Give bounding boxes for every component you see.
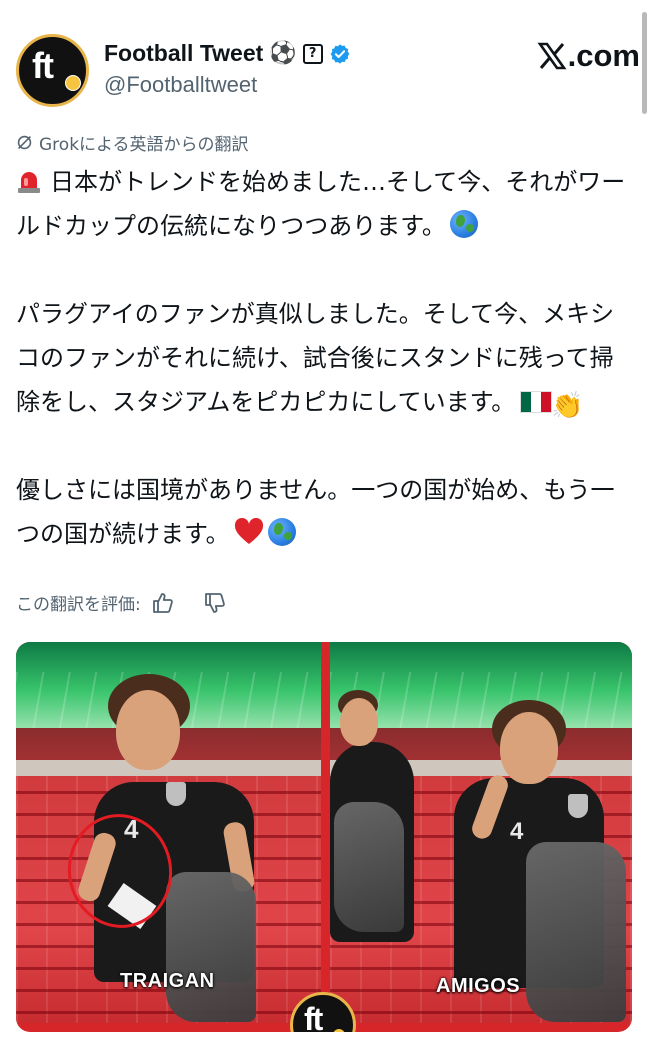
tweet-paragraph-1: 日本がトレンドを始めました…そして今、それがワールドカップの伝統になりつつありま… xyxy=(16,160,630,248)
mexico-flag-emoji xyxy=(521,392,552,412)
fan-head xyxy=(340,698,378,746)
unknown-glyph-icon: ? xyxy=(302,43,323,64)
tweet-header: ft Football Tweet ⚽ ? @Footballtweet .co… xyxy=(16,32,642,108)
trash-bag xyxy=(166,872,256,1022)
tweet-text: 日本がトレンドを始めました…そして今、それがワールドカップの伝統になりつつありま… xyxy=(16,160,630,556)
fan-head xyxy=(116,690,180,770)
soccer-ball-icon xyxy=(333,1029,345,1032)
name-row: Football Tweet ⚽ ? xyxy=(104,40,351,67)
avatar-logo-text: ft xyxy=(32,45,54,86)
x-com-brand: .com xyxy=(537,38,640,74)
trash-bag xyxy=(526,842,626,1022)
media-panel-left: 4 TRAIGAN xyxy=(16,642,321,1023)
caption-left: TRAIGAN xyxy=(120,970,215,992)
rotating-light-emoji xyxy=(18,172,40,193)
clapping-hands-emoji: 👏 xyxy=(551,391,584,421)
verified-badge-icon xyxy=(330,43,350,64)
fan-head xyxy=(500,712,558,784)
grok-icon xyxy=(17,135,32,150)
tweet-media[interactable]: 4 TRAIGAN 4 AMIGOS ft xyxy=(16,642,632,1032)
crest-badge xyxy=(568,794,588,818)
display-name[interactable]: Football Tweet xyxy=(104,40,263,67)
globe-emoji xyxy=(449,210,478,238)
media-panel-right: 4 AMIGOS xyxy=(330,642,632,1023)
rate-label: この翻訳を評価: xyxy=(16,595,141,615)
soccer-emoji-icon: ⚽ xyxy=(269,40,297,66)
caption-right: AMIGOS xyxy=(436,975,521,997)
thumbs-up-icon[interactable] xyxy=(151,591,175,615)
thumbs-down-icon[interactable] xyxy=(203,591,227,615)
watermark-logo-text: ft xyxy=(304,1001,323,1032)
trash-bag xyxy=(334,802,404,932)
brand-domain-suffix: .com xyxy=(567,38,640,73)
translation-note-text: Grokによる英語からの翻訳 xyxy=(39,135,249,155)
user-handle[interactable]: @Footballtweet xyxy=(104,72,257,98)
globe-emoji xyxy=(267,518,296,546)
shirt-number: 4 xyxy=(510,818,524,845)
scrollbar[interactable] xyxy=(642,12,647,114)
translation-note: Grokによる英語からの翻訳 xyxy=(16,130,249,155)
avatar[interactable]: ft xyxy=(16,34,89,107)
x-logo-icon xyxy=(537,42,567,70)
red-heart-emoji xyxy=(234,518,263,544)
tweet-line-1: 日本がトレンドを始めました…そして今、それがワールドカップの伝統になりつつありま… xyxy=(16,168,626,240)
tweet-paragraph-3-text: 優しさには国境がありません。一つの国が始め、もう一つの国が続けます。 xyxy=(16,476,615,548)
rate-translation: この翻訳を評価: xyxy=(16,590,227,615)
soccer-ball-icon xyxy=(65,75,81,91)
tweet-paragraph-3: 優しさには国境がありません。一つの国が始め、もう一つの国が続けます。 xyxy=(16,468,630,556)
crest-badge xyxy=(166,782,186,806)
tweet-paragraph-2: パラグアイのファンが真似しました。そして今、メキシコのファンがそれに続け、試合後… xyxy=(16,292,630,424)
